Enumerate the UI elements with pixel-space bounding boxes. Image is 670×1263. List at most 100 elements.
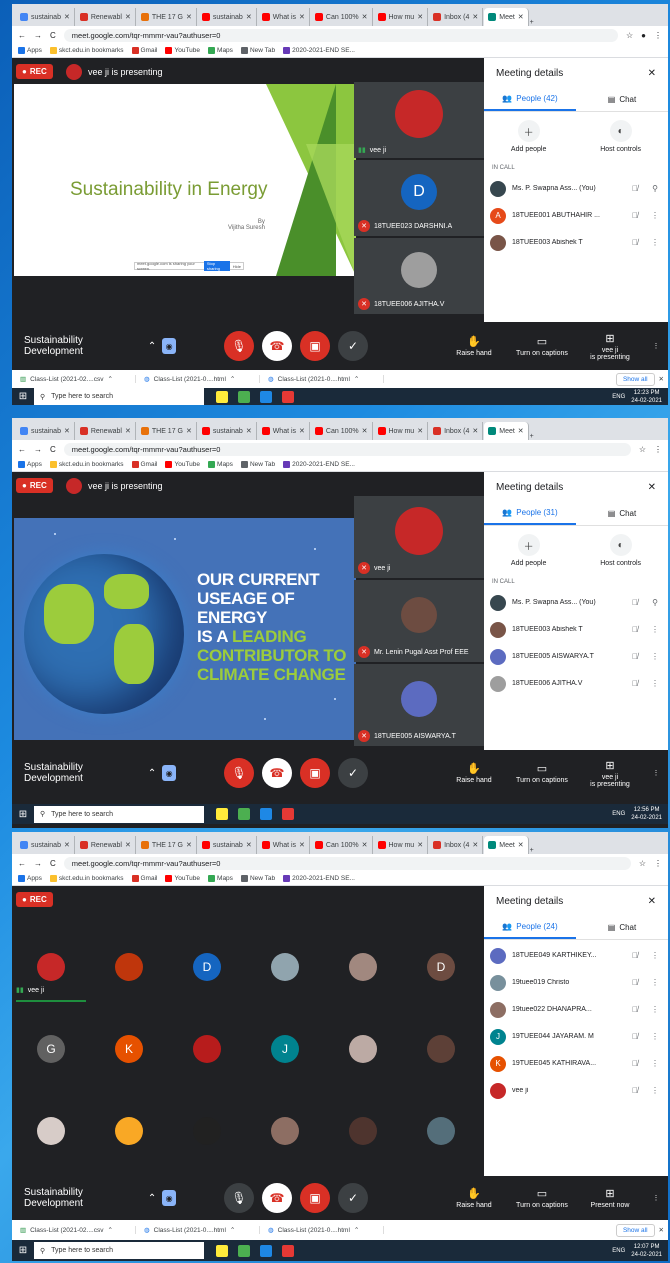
forward-icon[interactable]: → [34, 445, 42, 454]
browser-tab[interactable]: What is ✕ [258, 8, 310, 26]
taskbar-search[interactable]: ⚲ Type here to search [34, 1242, 204, 1259]
camera-off-button[interactable]: ▣ [300, 331, 330, 361]
bookmark-item[interactable]: Maps [208, 461, 233, 468]
browser-tab[interactable]: Meet ✕ [484, 8, 529, 26]
more-icon[interactable]: ⋮ [648, 238, 662, 247]
pdf-icon[interactable] [282, 390, 294, 403]
windows-start-icon[interactable]: ⊞ [12, 391, 34, 402]
tab-close-icon[interactable]: ✕ [246, 841, 252, 849]
forward-icon[interactable]: → [34, 859, 42, 868]
mic-off-button[interactable]: 🎙 [224, 331, 254, 361]
new-tab-icon[interactable]: + [530, 847, 534, 854]
pin-icon[interactable]: ⚲ [648, 184, 662, 193]
more-icon[interactable]: ⋮ [648, 652, 662, 661]
close-icon[interactable]: ✕ [648, 896, 656, 907]
taskbar-search[interactable]: ⚲ Type here to search [34, 805, 204, 823]
bookmark-item[interactable]: Apps [18, 47, 42, 54]
app-icon[interactable] [260, 808, 272, 820]
star-icon[interactable]: ☆ [639, 445, 646, 454]
more-icon[interactable]: ⋮ [648, 951, 662, 960]
tab-close-icon[interactable]: ✕ [64, 13, 70, 21]
back-icon[interactable]: ← [18, 445, 26, 454]
tab-close-icon[interactable]: ✕ [299, 427, 305, 435]
more-icon[interactable]: ⋮ [648, 1032, 662, 1041]
close-icon[interactable]: ✕ [648, 482, 656, 493]
browser-tab[interactable]: Inbox (4 ✕ [429, 422, 484, 440]
bookmark-item[interactable]: Gmail [131, 461, 157, 468]
participant-row[interactable]: 18TUEE049 KARTHIKEY... 🎙̸ ⋮ [484, 942, 668, 969]
bookmark-item[interactable]: skct.edu.in bookmarks [49, 47, 124, 54]
browser-tab[interactable]: Renewabl ✕ [76, 422, 136, 440]
tab-close-icon[interactable]: ✕ [417, 841, 423, 849]
browser-tab[interactable]: sustainab ✕ [198, 422, 257, 440]
browser-tab[interactable]: sustainab ✕ [16, 836, 75, 854]
tab-close-icon[interactable]: ✕ [518, 13, 524, 21]
bookmark-item[interactable]: Gmail [131, 875, 157, 882]
bookmark-item[interactable]: Apps [18, 875, 42, 882]
download-item[interactable]: ▥ Class-List (2021-02....csv ⌃ [16, 375, 136, 383]
leave-call-button[interactable]: ☎ [262, 758, 292, 788]
chevron-up-icon[interactable]: ⌃ [108, 1226, 113, 1234]
bookmark-item[interactable]: 2020-2021-END SE... [283, 875, 355, 882]
bookmark-item[interactable]: 2020-2021-END SE... [283, 47, 355, 54]
tab-chat[interactable]: ▤ Chat [576, 502, 668, 525]
bookmark-item[interactable]: skct.edu.in bookmarks [49, 875, 124, 882]
chevron-up-icon[interactable]: ⌃ [148, 1193, 156, 1204]
browser-tab[interactable]: sustainab ✕ [198, 836, 257, 854]
more-options-icon[interactable]: ⋮ [644, 769, 668, 777]
url-field[interactable]: meet.google.com/tqr-mmmr-vau?authuser=0 [63, 442, 631, 456]
mic-off-button[interactable]: 🎙 [224, 758, 254, 788]
browser-tab[interactable]: Renewabl ✕ [76, 8, 136, 26]
tab-close-icon[interactable]: ✕ [518, 427, 524, 435]
tab-close-icon[interactable]: ✕ [472, 841, 478, 849]
tab-close-icon[interactable]: ✕ [299, 841, 305, 849]
raise-hand-button[interactable]: ✋ Raise hand [440, 335, 508, 357]
browser-tab[interactable]: How mu ✕ [374, 8, 429, 26]
chrome-icon[interactable] [238, 808, 250, 820]
tab-close-icon[interactable]: ✕ [362, 841, 368, 849]
meeting-title[interactable]: Sustainability Development [24, 762, 142, 784]
participant-row[interactable]: 18TUEE003 Abishek T 🎙̸ ⋮ [484, 229, 668, 256]
url-field[interactable]: meet.google.com/tqr-mmmr-vau?authuser=0 [63, 28, 618, 42]
reload-icon[interactable]: C [50, 31, 56, 40]
tab-close-icon[interactable]: ✕ [417, 427, 423, 435]
browser-tab[interactable]: sustainab ✕ [16, 422, 75, 440]
shield-icon[interactable]: ◉ [162, 1190, 176, 1206]
tab-people[interactable]: 👥 People (31) [484, 502, 576, 525]
close-downloads-icon[interactable]: ✕ [659, 375, 664, 383]
bookmark-item[interactable]: Gmail [131, 47, 157, 54]
shield-icon[interactable]: ◉ [162, 338, 176, 354]
participant-row[interactable]: 18TUEE003 Abishek T 🎙̸ ⋮ [484, 616, 668, 643]
pdf-icon[interactable] [282, 808, 294, 820]
bookmark-item[interactable]: Maps [208, 875, 233, 882]
more-icon[interactable]: ⋮ [648, 1086, 662, 1095]
browser-tab[interactable]: Inbox (4 ✕ [429, 8, 484, 26]
browser-tab[interactable]: sustainab ✕ [198, 8, 257, 26]
leave-call-button[interactable]: ☎ [262, 331, 292, 361]
host-controls-button[interactable]: ◐ Host controls [600, 534, 641, 567]
stop-sharing-button[interactable]: Stop sharing [203, 261, 230, 271]
browser-tab[interactable]: Meet ✕ [484, 422, 529, 440]
tab-close-icon[interactable]: ✕ [125, 427, 131, 435]
explorer-icon[interactable] [216, 390, 228, 403]
download-item[interactable]: ◍ Class-List (2021-0....html ⌃ [264, 375, 384, 383]
back-icon[interactable]: ← [18, 31, 26, 40]
browser-tab[interactable]: Inbox (4 ✕ [429, 836, 484, 854]
show-all-button[interactable]: Show all [615, 372, 655, 386]
check-button[interactable]: ✓ [338, 1183, 368, 1213]
tab-close-icon[interactable]: ✕ [362, 427, 368, 435]
participant-row[interactable]: 19tuee022 DHANAPRA... 🎙̸ ⋮ [484, 996, 668, 1023]
participant-row[interactable]: J 19TUEE044 JAYARAM. M 🎙̸ ⋮ [484, 1023, 668, 1050]
tab-close-icon[interactable]: ✕ [472, 427, 478, 435]
bookmark-item[interactable]: New Tab [240, 875, 275, 882]
bookmark-item[interactable]: 2020-2021-END SE... [283, 461, 355, 468]
chevron-up-icon[interactable]: ⌃ [230, 1226, 235, 1234]
add-people-button[interactable]: ＋ Add people [511, 534, 546, 567]
captions-button[interactable]: ▭ Turn on captions [508, 762, 576, 784]
check-button[interactable]: ✓ [338, 331, 368, 361]
profile-icon[interactable]: ● [641, 31, 646, 40]
browser-tab[interactable]: What is ✕ [258, 422, 310, 440]
meeting-title[interactable]: Sustainability Development [24, 1187, 142, 1209]
bookmark-item[interactable]: Apps [18, 461, 42, 468]
explorer-icon[interactable] [216, 1244, 228, 1257]
